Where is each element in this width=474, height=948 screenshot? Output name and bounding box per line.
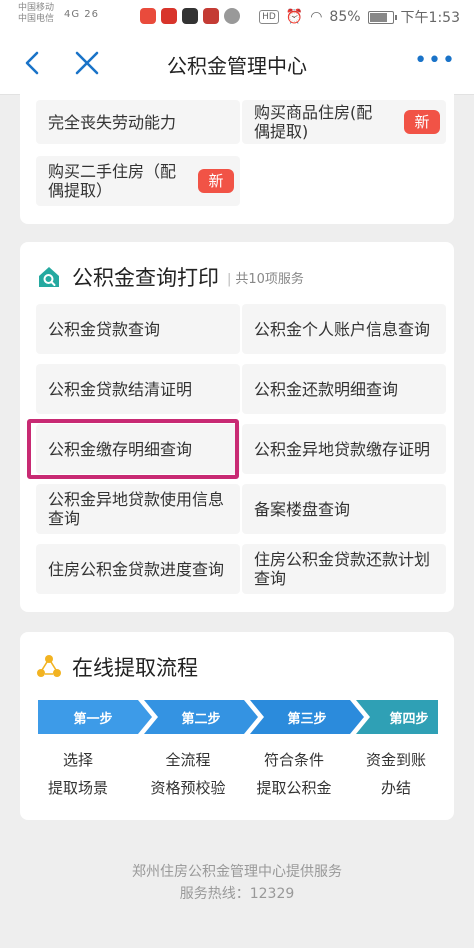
flow-icon [37,655,61,677]
step-desc-line: 资金到账 [365,751,426,769]
step-desc-line: 资格预校验 [150,779,226,797]
alarm-icon: ⏰ [285,9,304,25]
step-description: 全流程 资格预校验 [138,746,238,802]
query-item[interactable]: 公积金贷款结清证明 [36,364,240,414]
service-item-label: 购买二手住房（配偶提取） [48,162,177,200]
app-red-icon [161,8,177,24]
signal-indicator: 4G 26 [64,9,100,20]
query-item[interactable]: 备案楼盘查询 [242,484,446,534]
new-badge: 新 [404,110,440,134]
house-search-icon [39,267,59,287]
footer-provider: 郑州住房公积金管理中心提供服务 [132,864,342,880]
clock: 下午1:53 [400,10,460,26]
section-header: 公积金查询打印 共10项服务 [36,262,304,292]
query-item[interactable]: 公积金个人账户信息查询 [242,304,446,354]
query-item-label: 公积金贷款查询 [48,319,161,339]
page-title: 公积金管理中心 [167,54,307,78]
step-label: 第二步 [181,712,221,727]
section-subtitle: 共10项服务 [227,268,304,287]
new-badge: 新 [198,169,234,193]
query-item[interactable]: 公积金贷款查询 [36,304,240,354]
section-title: 公积金查询打印 [72,266,219,290]
steps-bar: 第一步 第二步 第三步 第四步 [38,700,438,734]
app-gray-icon [224,8,240,24]
service-item[interactable]: 购买二手住房（配偶提取） 新 [36,156,240,206]
query-item-label: 公积金个人账户信息查询 [254,319,431,339]
query-item-label: 住房公积金贷款还款计划查询 [254,550,431,588]
weibo-icon [140,8,156,24]
app-news-icon [203,8,219,24]
notification-icons [140,8,240,24]
step-label: 第四步 [389,712,429,727]
wifi-icon: ◠ [310,9,323,25]
query-item[interactable]: 住房公积金贷款进度查询 [36,544,240,594]
app-dark-icon [182,8,198,24]
step-desc-line: 选择 [62,751,93,769]
query-item-label: 公积金贷款结清证明 [48,379,193,399]
hd-icon: HD [259,10,279,24]
status-bar: 中国移动 中国电信 4G 26 HD ⏰ ◠ 85% 下午1:53 [0,0,474,32]
battery-percent: 85% [329,9,361,25]
step-description: 资金到账 办结 [346,746,446,802]
step-label: 第一步 [73,712,113,727]
step-desc-line: 全流程 [165,751,211,769]
status-right: HD ⏰ ◠ 85% 下午1:53 [259,7,460,27]
withdraw-card: 完全丧失劳动能力 购买商品住房(配偶提取) 新 购买二手住房（配偶提取） 新 [20,94,454,224]
step-description: 符合条件 提取公积金 [244,746,344,802]
query-item[interactable]: 住房公积金贷款还款计划查询 [242,544,446,594]
nav-bar: 公积金管理中心 ••• [0,32,474,95]
service-item-label: 购买商品住房(配偶提取) [254,103,373,141]
step-description: 选择 提取场景 [28,746,128,802]
query-item-label: 公积金异地贷款使用信息查询 [48,490,225,528]
highlight-annotation [27,419,239,479]
step-desc-line: 提取场景 [47,779,108,797]
step-desc-line: 办结 [380,779,411,797]
query-item[interactable]: 公积金异地贷款缴存证明 [242,424,446,474]
carrier-1: 中国移动 [18,3,55,13]
service-item-label: 完全丧失劳动能力 [48,112,177,132]
query-item-label: 住房公积金贷款进度查询 [48,559,225,579]
step-desc-line: 提取公积金 [256,779,332,797]
query-item-label: 备案楼盘查询 [254,499,351,519]
section-title: 在线提取流程 [72,656,198,680]
query-item[interactable]: 公积金还款明细查询 [242,364,446,414]
footer-hotline[interactable]: 服务热线：12329 [0,883,474,903]
step-desc-line: 符合条件 [263,751,324,769]
service-item[interactable]: 购买商品住房(配偶提取) 新 [242,100,446,144]
query-item-label: 公积金异地贷款缴存证明 [254,439,431,459]
more-icon[interactable]: ••• [414,50,456,72]
query-item[interactable]: 公积金异地贷款使用信息查询 [36,484,240,534]
section-header: 在线提取流程 [36,652,198,682]
service-item[interactable]: 完全丧失劳动能力 [36,100,240,144]
carrier-2: 中国电信 [18,14,55,24]
carrier-info: 中国移动 中国电信 [18,3,54,25]
battery-icon [367,10,397,24]
flow-card: 在线提取流程 第一步 第二步 第三步 第四步 选择 提取场景 全流程 资格预校验… [20,632,454,820]
step-label: 第三步 [287,712,327,727]
query-item-label: 公积金还款明细查询 [254,379,399,399]
